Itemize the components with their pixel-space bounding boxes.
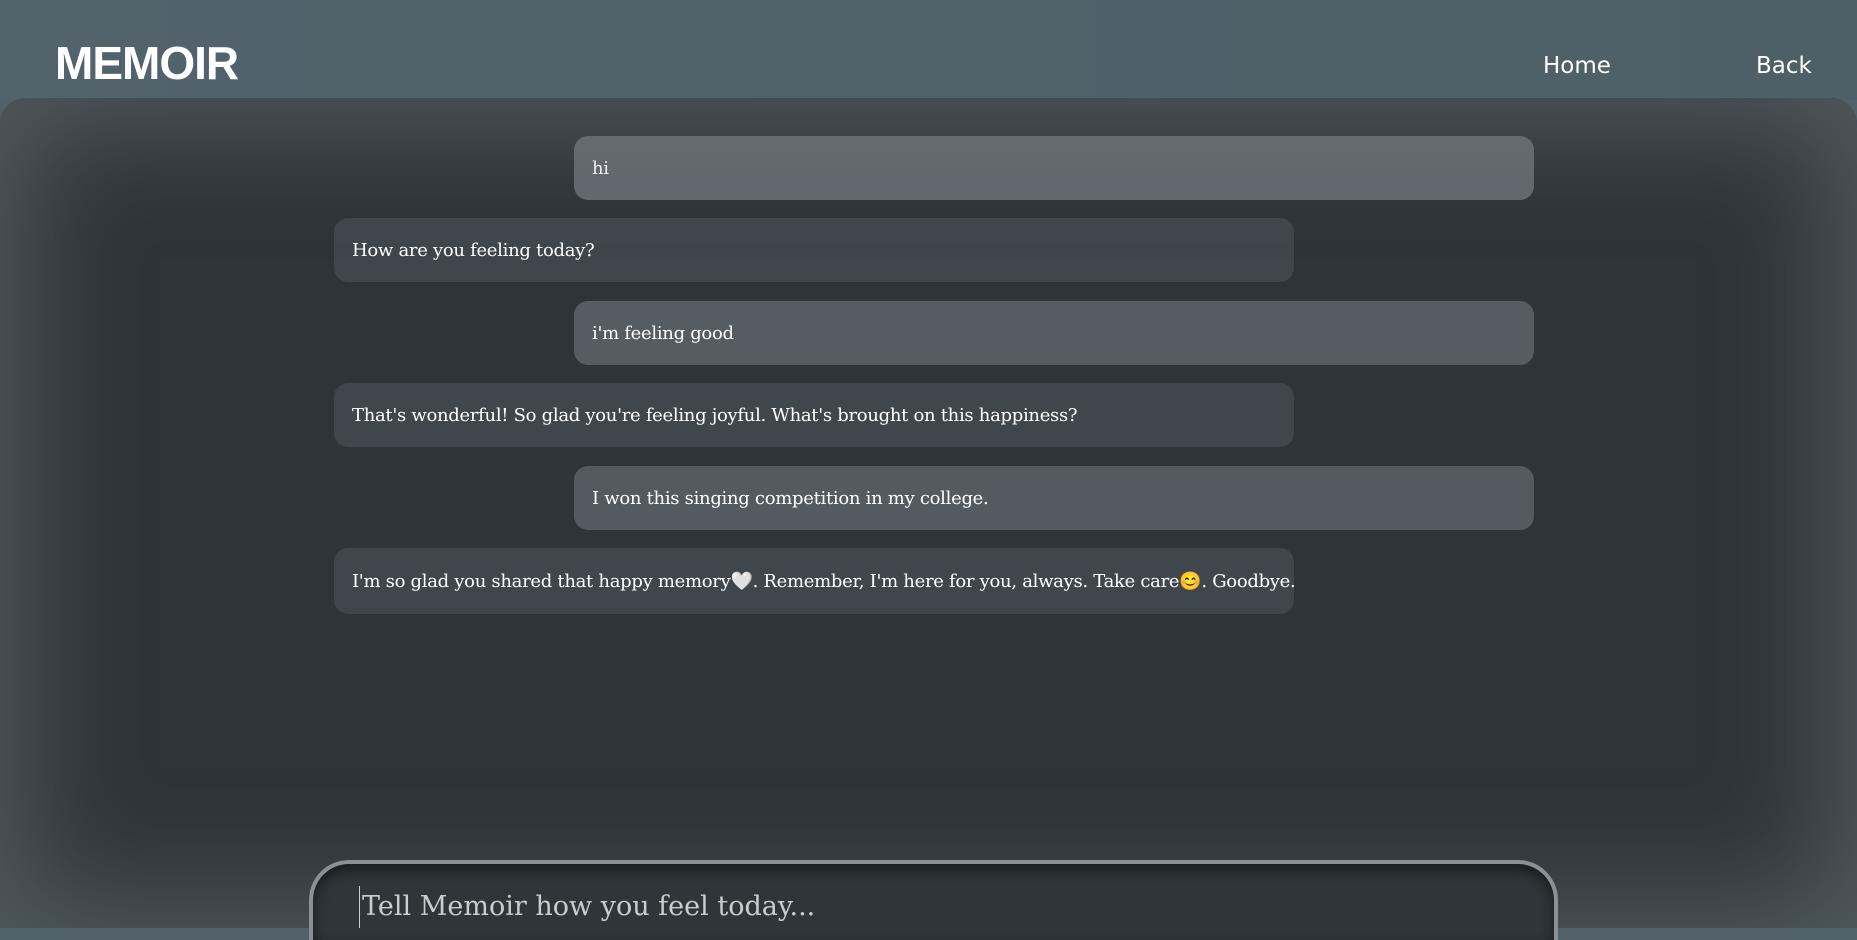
user-message: I won this singing competition in my col… — [574, 466, 1534, 530]
user-message: i'm feeling good — [574, 301, 1534, 365]
message-list: hi How are you feeling today? i'm feelin… — [0, 98, 1857, 928]
bot-message: That's wonderful! So glad you're feeling… — [334, 383, 1294, 447]
nav-back-link[interactable]: Back — [1756, 55, 1812, 78]
message-composer — [309, 860, 1558, 940]
nav-home-link[interactable]: Home — [1543, 55, 1611, 78]
chat-panel: hi How are you feeling today? i'm feelin… — [0, 98, 1857, 928]
user-message: hi — [574, 136, 1534, 200]
app-logo[interactable]: MEMOIR — [55, 40, 239, 86]
message-input[interactable] — [359, 886, 1464, 928]
top-navbar: MEMOIR Home Back — [0, 0, 1857, 100]
bot-message: I'm so glad you shared that happy memory… — [334, 548, 1296, 614]
bot-message: How are you feeling today? — [334, 218, 1294, 282]
